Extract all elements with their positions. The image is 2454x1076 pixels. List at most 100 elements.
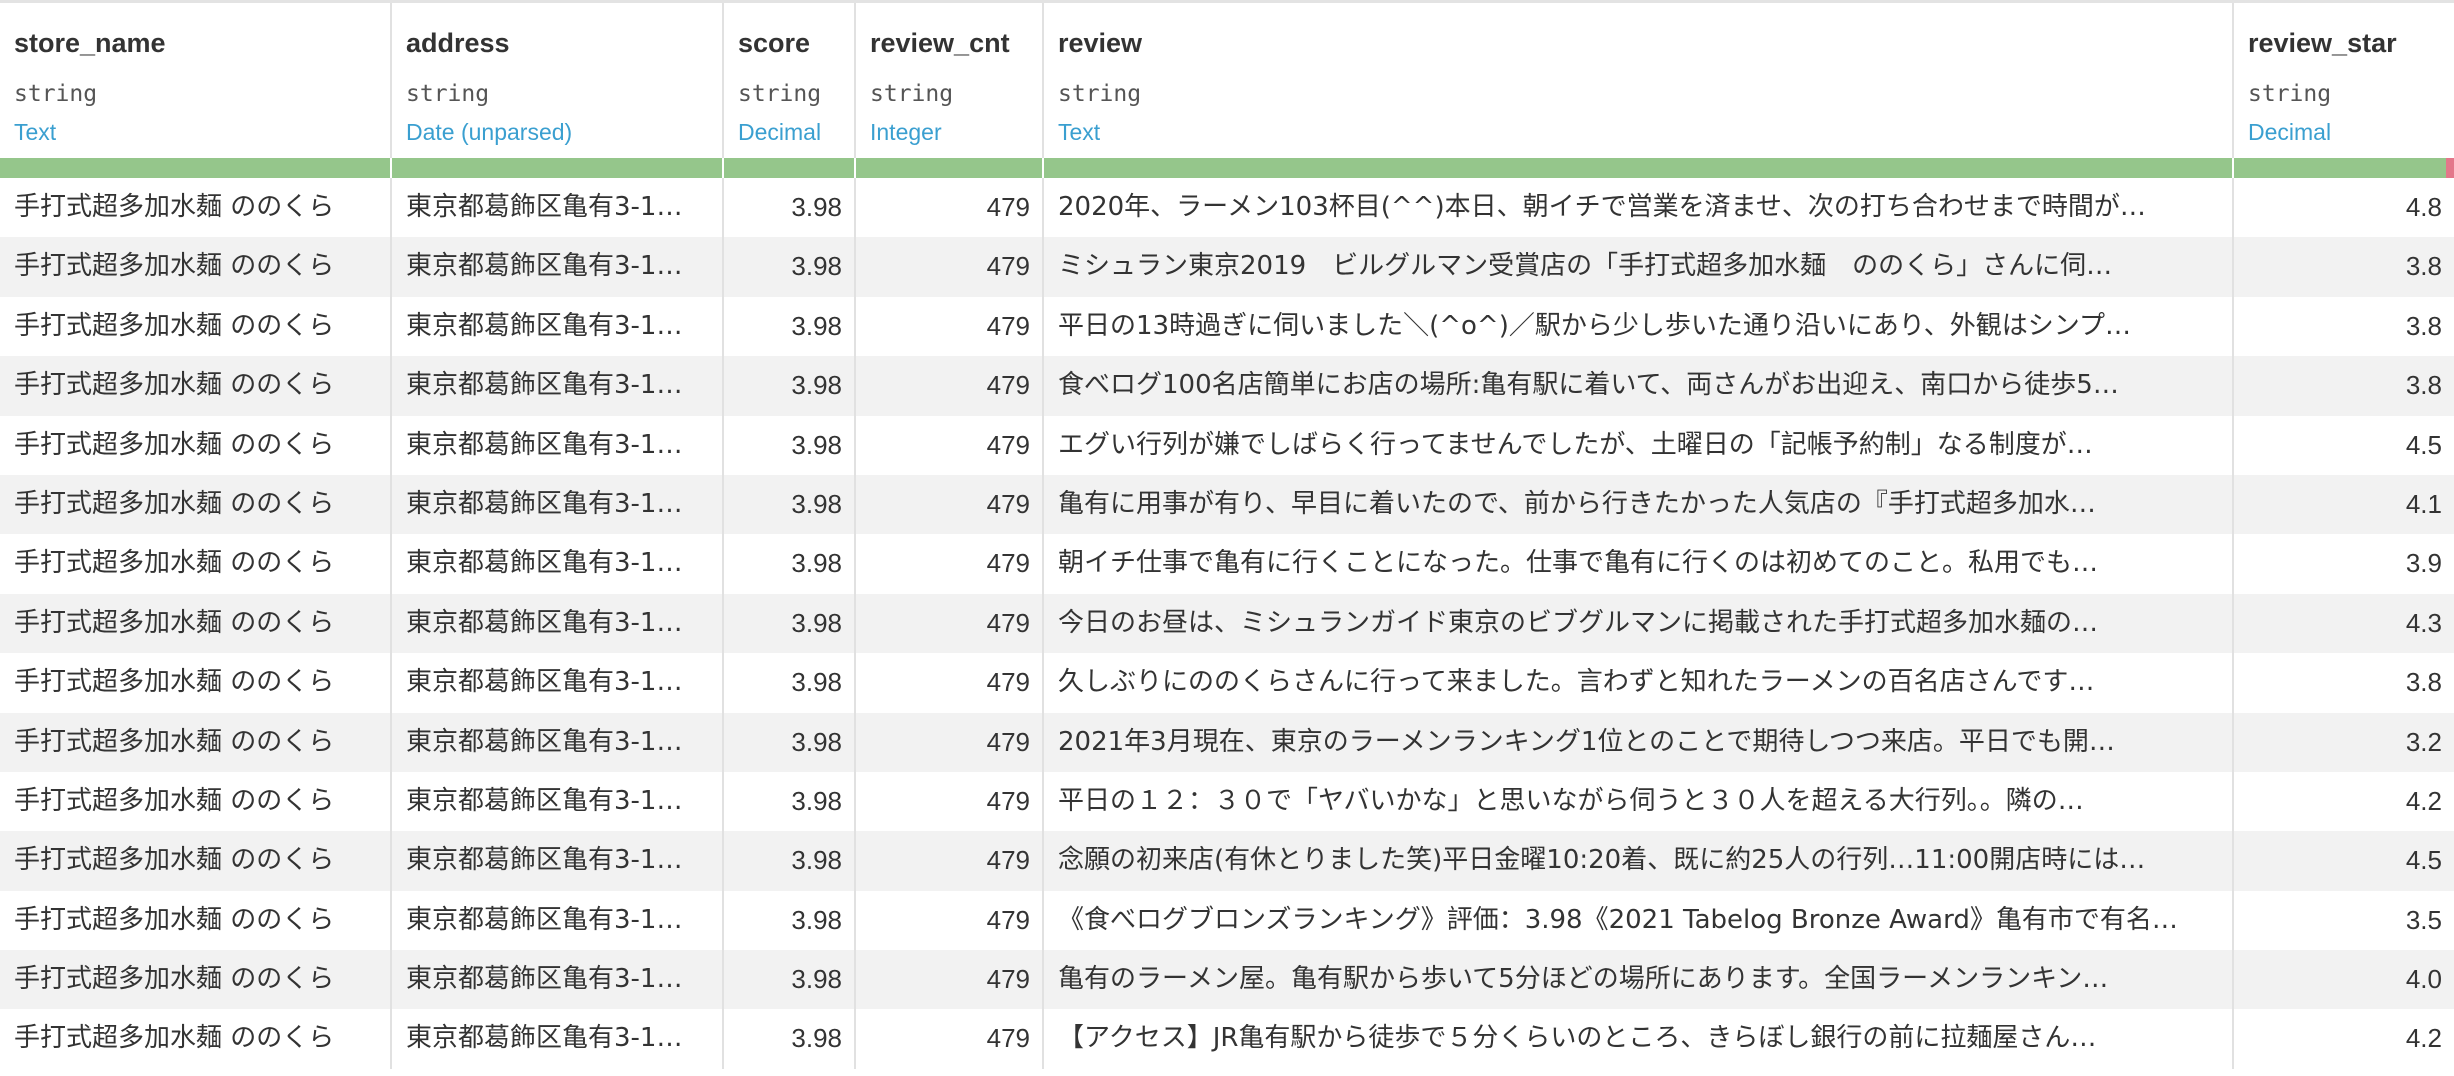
table-row[interactable]: 手打式超多加水麺 ののくら 東京都葛飾区亀有3-1… 3.98 479 念願の初来店(有… bbox=[0, 831, 2454, 891]
cell-review[interactable]: 念願の初来店(有休とりました笑)平日金曜10:20着、既に約25人の行列…11:… bbox=[1044, 831, 2234, 891]
table-row[interactable]: 手打式超多加水麺 ののくら 東京都葛飾区亀有3-1… 3.98 479 2021年3月現… bbox=[0, 712, 2454, 772]
column-meaning[interactable]: Decimal bbox=[738, 117, 854, 147]
quality-bar-address[interactable] bbox=[392, 158, 724, 178]
cell-review-cnt[interactable]: 479 bbox=[856, 474, 1044, 535]
cell-review-star[interactable]: 4.5 bbox=[2234, 416, 2454, 475]
table-row[interactable]: 手打式超多加水麺 ののくら 東京都葛飾区亀有3-1… 3.98 479 久しぶりにののく… bbox=[0, 653, 2454, 713]
cell-score[interactable]: 3.98 bbox=[724, 296, 856, 357]
cell-store-name[interactable]: 手打式超多加水麺 ののくら bbox=[0, 950, 392, 1010]
cell-review-star[interactable]: 4.3 bbox=[2234, 594, 2454, 653]
cell-review-star[interactable]: 4.0 bbox=[2234, 950, 2454, 1009]
cell-review[interactable]: 《食べログブロンズランキング》評価：3.98《2021 Tabelog Bron… bbox=[1044, 890, 2234, 951]
cell-store-name[interactable]: 手打式超多加水麺 ののくら bbox=[0, 831, 392, 891]
cell-score[interactable]: 3.98 bbox=[724, 534, 856, 594]
quality-bar-store-name[interactable] bbox=[0, 158, 392, 178]
cell-review-cnt[interactable]: 479 bbox=[856, 415, 1044, 475]
cell-address[interactable]: 東京都葛飾区亀有3-1… bbox=[392, 356, 724, 416]
table-row[interactable]: 手打式超多加水麺 ののくら 東京都葛飾区亀有3-1… 3.98 479 【アクセス】JR… bbox=[0, 1009, 2454, 1069]
column-name[interactable]: review bbox=[1058, 25, 2232, 61]
cell-review[interactable]: 平日の13時過ぎに伺いました＼(^o^)／駅から少し歩いた通り沿いにあり、外観は… bbox=[1044, 296, 2234, 357]
cell-store-name[interactable]: 手打式超多加水麺 ののくら bbox=[0, 178, 392, 238]
cell-review-cnt[interactable]: 479 bbox=[856, 653, 1044, 713]
quality-bar-review-cnt[interactable] bbox=[856, 158, 1044, 178]
cell-review-cnt[interactable]: 479 bbox=[856, 356, 1044, 416]
cell-review-cnt[interactable]: 479 bbox=[856, 1009, 1044, 1069]
cell-address[interactable]: 東京都葛飾区亀有3-1… bbox=[392, 296, 724, 357]
cell-review-star[interactable]: 3.2 bbox=[2234, 713, 2454, 772]
cell-review[interactable]: エグい行列が嫌でしばらく行ってませんでしたが、土曜日の「記帳予約制」なる制度が… bbox=[1044, 415, 2234, 475]
cell-review-star[interactable]: 4.2 bbox=[2234, 1009, 2454, 1068]
cell-score[interactable]: 3.98 bbox=[724, 356, 856, 416]
cell-address[interactable]: 東京都葛飾区亀有3-1… bbox=[392, 593, 724, 654]
cell-store-name[interactable]: 手打式超多加水麺 ののくら bbox=[0, 890, 392, 951]
cell-review-cnt[interactable]: 479 bbox=[856, 593, 1044, 654]
cell-review-star[interactable]: 3.8 bbox=[2234, 356, 2454, 415]
cell-review-star[interactable]: 4.1 bbox=[2234, 475, 2454, 534]
cell-review-star[interactable]: 4.8 bbox=[2234, 178, 2454, 237]
column-meaning[interactable]: Integer bbox=[870, 117, 1042, 147]
column-header-store-name[interactable]: store_name string Text bbox=[0, 3, 392, 158]
cell-review-star[interactable]: 3.8 bbox=[2234, 237, 2454, 296]
cell-score[interactable]: 3.98 bbox=[724, 771, 856, 832]
cell-review-cnt[interactable]: 479 bbox=[856, 534, 1044, 594]
table-row[interactable]: 手打式超多加水麺 ののくら 東京都葛飾区亀有3-1… 3.98 479 《食べログブロン… bbox=[0, 890, 2454, 951]
quality-bar-invalid-segment[interactable] bbox=[2446, 158, 2454, 178]
quality-bar-score[interactable] bbox=[724, 158, 856, 178]
cell-address[interactable]: 東京都葛飾区亀有3-1… bbox=[392, 178, 724, 238]
cell-store-name[interactable]: 手打式超多加水麺 ののくら bbox=[0, 653, 392, 713]
cell-address[interactable]: 東京都葛飾区亀有3-1… bbox=[392, 890, 724, 951]
quality-bar-review[interactable] bbox=[1044, 158, 2234, 178]
cell-review-cnt[interactable]: 479 bbox=[856, 831, 1044, 891]
cell-score[interactable]: 3.98 bbox=[724, 1009, 856, 1069]
cell-address[interactable]: 東京都葛飾区亀有3-1… bbox=[392, 415, 724, 475]
cell-review[interactable]: 2020年、ラーメン103杯目(^^)本日、朝イチで営業を済ませ、次の打ち合わせ… bbox=[1044, 178, 2234, 238]
cell-score[interactable]: 3.98 bbox=[724, 831, 856, 891]
cell-address[interactable]: 東京都葛飾区亀有3-1… bbox=[392, 653, 724, 713]
cell-address[interactable]: 東京都葛飾区亀有3-1… bbox=[392, 950, 724, 1010]
cell-store-name[interactable]: 手打式超多加水麺 ののくら bbox=[0, 356, 392, 416]
cell-review[interactable]: 【アクセス】JR亀有駅から徒歩で５分くらいのところ、きらぼし銀行の前に拉麺屋さん… bbox=[1044, 1009, 2234, 1069]
cell-address[interactable]: 東京都葛飾区亀有3-1… bbox=[392, 237, 724, 297]
cell-score[interactable]: 3.98 bbox=[724, 237, 856, 297]
cell-score[interactable]: 3.98 bbox=[724, 415, 856, 475]
column-meaning[interactable]: Decimal bbox=[2248, 117, 2454, 147]
cell-review-cnt[interactable]: 479 bbox=[856, 296, 1044, 357]
table-row[interactable]: 手打式超多加水麺 ののくら 東京都葛飾区亀有3-1… 3.98 479 今日のお昼は、ミ… bbox=[0, 593, 2454, 654]
cell-review[interactable]: 亀有に用事が有り、早目に着いたので、前から行きたかった人気店の『手打式超多加水… bbox=[1044, 474, 2234, 535]
cell-address[interactable]: 東京都葛飾区亀有3-1… bbox=[392, 831, 724, 891]
cell-review-cnt[interactable]: 479 bbox=[856, 178, 1044, 238]
cell-score[interactable]: 3.98 bbox=[724, 890, 856, 951]
column-header-review-cnt[interactable]: review_cnt string Integer bbox=[856, 3, 1044, 158]
column-meaning[interactable]: Date (unparsed) bbox=[406, 117, 722, 147]
cell-review-cnt[interactable]: 479 bbox=[856, 771, 1044, 832]
table-row[interactable]: 手打式超多加水麺 ののくら 東京都葛飾区亀有3-1… 3.98 479 食べログ100名… bbox=[0, 356, 2454, 416]
cell-address[interactable]: 東京都葛飾区亀有3-1… bbox=[392, 712, 724, 772]
cell-address[interactable]: 東京都葛飾区亀有3-1… bbox=[392, 534, 724, 594]
cell-review[interactable]: 久しぶりにののくらさんに行って来ました。言わずと知れたラーメンの百名店さんです… bbox=[1044, 653, 2234, 713]
column-header-score[interactable]: score string Decimal bbox=[724, 3, 856, 158]
cell-score[interactable]: 3.98 bbox=[724, 474, 856, 535]
table-row[interactable]: 手打式超多加水麺 ののくら 東京都葛飾区亀有3-1… 3.98 479 平日の１２：３０… bbox=[0, 771, 2454, 832]
cell-store-name[interactable]: 手打式超多加水麺 ののくら bbox=[0, 712, 392, 772]
cell-review-star[interactable]: 4.2 bbox=[2234, 772, 2454, 831]
cell-review-cnt[interactable]: 479 bbox=[856, 237, 1044, 297]
cell-address[interactable]: 東京都葛飾区亀有3-1… bbox=[392, 474, 724, 535]
cell-review[interactable]: 今日のお昼は、ミシュランガイド東京のビブグルマンに掲載された手打式超多加水麺の… bbox=[1044, 593, 2234, 654]
column-name[interactable]: review_star bbox=[2248, 25, 2454, 61]
column-header-review[interactable]: review string Text bbox=[1044, 3, 2234, 158]
column-name[interactable]: review_cnt bbox=[870, 25, 1042, 61]
cell-review[interactable]: 朝イチ仕事で亀有に行くことになった。仕事で亀有に行くのは初めてのこと。私用でも… bbox=[1044, 534, 2234, 594]
column-name[interactable]: score bbox=[738, 25, 854, 61]
cell-store-name[interactable]: 手打式超多加水麺 ののくら bbox=[0, 1009, 392, 1069]
cell-address[interactable]: 東京都葛飾区亀有3-1… bbox=[392, 1009, 724, 1069]
column-name[interactable]: store_name bbox=[14, 25, 390, 61]
column-meaning[interactable]: Text bbox=[14, 117, 390, 147]
table-row[interactable]: 手打式超多加水麺 ののくら 東京都葛飾区亀有3-1… 3.98 479 平日の13時過ぎ… bbox=[0, 296, 2454, 357]
cell-store-name[interactable]: 手打式超多加水麺 ののくら bbox=[0, 237, 392, 297]
cell-store-name[interactable]: 手打式超多加水麺 ののくら bbox=[0, 593, 392, 654]
cell-score[interactable]: 3.98 bbox=[724, 950, 856, 1010]
cell-review-star[interactable]: 3.5 bbox=[2234, 891, 2454, 950]
table-row[interactable]: 手打式超多加水麺 ののくら 東京都葛飾区亀有3-1… 3.98 479 2020年、ラー… bbox=[0, 178, 2454, 238]
cell-store-name[interactable]: 手打式超多加水麺 ののくら bbox=[0, 296, 392, 357]
cell-review-star[interactable]: 3.9 bbox=[2234, 534, 2454, 593]
